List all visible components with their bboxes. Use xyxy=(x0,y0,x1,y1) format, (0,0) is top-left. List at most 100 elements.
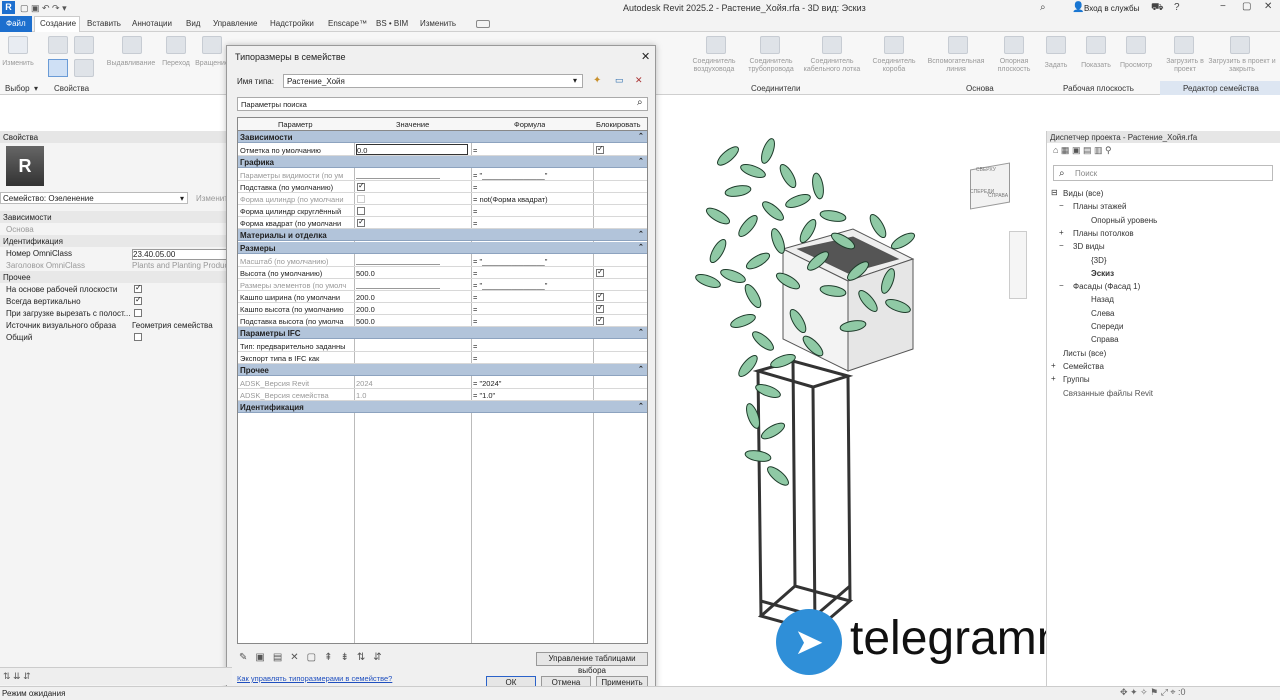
tree-item[interactable]: + Планы потолков xyxy=(1047,228,1277,241)
rename-type-icon[interactable]: ▭ xyxy=(615,75,624,86)
tab-label[interactable]: Аннотации xyxy=(132,19,172,28)
family-types-icon[interactable] xyxy=(48,36,68,54)
table-row[interactable]: Форма цилиндр (по умолчани = not(Форма кв… xyxy=(238,193,647,205)
tree-item[interactable]: Листы (все) xyxy=(1047,348,1277,361)
table-row[interactable]: Параметры видимости (по ум = "___________… xyxy=(238,169,647,181)
help-icon[interactable]: ? xyxy=(1174,2,1180,13)
tab-label[interactable]: Вид xyxy=(186,19,200,28)
lock-checkbox[interactable] xyxy=(596,267,604,277)
parameter-value[interactable]: 200.0 xyxy=(356,293,468,302)
properties-row[interactable]: Источник визуального образа Геометрия сем… xyxy=(0,319,231,331)
lock-checkbox[interactable] xyxy=(596,291,604,301)
property-checkbox[interactable] xyxy=(134,295,142,305)
table-section-header[interactable]: Прочее ⌃ xyxy=(238,364,647,376)
revit-logo-icon[interactable]: R xyxy=(2,1,15,14)
family-types-active-icon[interactable] xyxy=(48,59,68,77)
set-workplane-icon[interactable] xyxy=(1046,36,1066,54)
search-icon[interactable]: ⌕ xyxy=(637,97,643,108)
expand-icon[interactable]: − xyxy=(1059,241,1064,250)
table-row[interactable]: Тип: предварительно заданны = xyxy=(238,340,647,352)
duct-connector-icon[interactable] xyxy=(706,36,726,54)
family-category-icon[interactable] xyxy=(74,36,94,54)
table-row[interactable]: Форма квадрат (по умолчани = xyxy=(238,217,647,229)
nav-bar[interactable] xyxy=(1009,231,1027,299)
ribbon-label[interactable]: Загрузить в проект и закрыть xyxy=(1206,58,1278,74)
close-icon[interactable]: ✕ xyxy=(1264,1,1272,12)
table-row[interactable]: Размеры элементов (по умолч = "__________… xyxy=(238,279,647,291)
header-formula[interactable]: Формула xyxy=(514,120,545,129)
table-row[interactable]: Высота (по умолчанию) 500.0 = xyxy=(238,267,647,279)
properties-row[interactable]: Основа xyxy=(0,223,231,235)
table-row[interactable]: Подставка (по умолчанию) = xyxy=(238,181,647,193)
property-checkbox[interactable] xyxy=(134,309,142,317)
properties-row[interactable]: Заголовок OmniClass Plants and Planting P… xyxy=(0,259,231,271)
tree-item[interactable]: + Семейства xyxy=(1047,361,1277,374)
view-control-bar[interactable]: ⇅ ⇊ ⇵ xyxy=(0,667,232,685)
pipe-connector-icon[interactable] xyxy=(760,36,780,54)
parameter-formula[interactable]: = not(Форма квадрат) xyxy=(473,195,591,204)
parameter-formula[interactable]: = xyxy=(473,269,591,278)
tab-label[interactable]: Управление xyxy=(213,19,257,28)
parameter-formula[interactable]: = xyxy=(473,219,591,228)
modify-tool-icon[interactable] xyxy=(8,36,28,54)
value-checkbox[interactable] xyxy=(357,181,365,191)
reference-plane-icon[interactable] xyxy=(1004,36,1024,54)
cable-tray-connector-icon[interactable] xyxy=(822,36,842,54)
quick-access-toolbar[interactable]: ▢ ▣ ↶ ↷ ▾ xyxy=(20,3,67,14)
table-section-header[interactable]: Параметры IFC ⌃ xyxy=(238,327,647,339)
browser-toolbar[interactable]: ⌂ ▦ ▣ ▤ ▥ ⚲ xyxy=(1053,145,1112,156)
ribbon-label[interactable]: Соединитель кабельного лотка xyxy=(800,58,864,74)
blend-icon[interactable] xyxy=(166,36,186,54)
properties-row[interactable]: На основе рабочей плоскости xyxy=(0,283,231,295)
table-row[interactable]: Подставка высота (по умолча 500.0 = xyxy=(238,315,647,327)
tree-item[interactable]: −3D виды xyxy=(1047,241,1277,254)
value-field[interactable] xyxy=(356,178,440,179)
expand-icon[interactable]: + xyxy=(1051,361,1056,370)
expand-icon[interactable]: + xyxy=(1051,374,1056,383)
tree-item[interactable]: Опорный уровень xyxy=(1047,215,1277,228)
lock-checkbox[interactable] xyxy=(596,315,604,325)
property-checkbox[interactable] xyxy=(134,283,142,293)
collapse-icon[interactable]: ⌃ xyxy=(638,328,644,336)
properties-row[interactable]: Всегда вертикально xyxy=(0,295,231,307)
parameter-value[interactable]: 1.0 xyxy=(356,391,468,400)
tree-item[interactable]: ⊟ Виды (все) xyxy=(1047,188,1277,201)
properties-row[interactable]: Общий xyxy=(0,331,231,343)
search-icon[interactable]: ⌕ xyxy=(1040,2,1046,13)
parameter-value[interactable]: 2024 xyxy=(356,379,468,388)
ribbon-label[interactable]: Загрузить в проект xyxy=(1160,58,1210,74)
tree-item[interactable]: + Группы xyxy=(1047,374,1277,387)
tree-item[interactable]: Связанные файлы Revit xyxy=(1047,388,1277,401)
ribbon-label[interactable]: Соединитель воздуховода xyxy=(688,58,740,74)
3d-viewport[interactable]: СВЕРХУ СПЕРЕДИ СПРАВА ➤ telegrammy.net xyxy=(658,131,1177,686)
dropdown-icon[interactable]: ▾ xyxy=(34,84,38,93)
parameter-formula[interactable]: = xyxy=(473,305,591,314)
table-row[interactable]: Экспорт типа в IFC как = xyxy=(238,352,647,364)
collapse-icon[interactable]: ⌃ xyxy=(638,230,644,238)
ribbon-label[interactable]: Выдавливание xyxy=(104,60,158,68)
tree-item[interactable]: − Планы этажей xyxy=(1047,201,1277,214)
cart-icon[interactable]: ⛟ xyxy=(1151,2,1164,15)
header-lock[interactable]: Блокировать xyxy=(596,120,641,129)
value-checkbox[interactable] xyxy=(357,207,365,215)
tab-label[interactable]: Вставить xyxy=(87,19,121,28)
tree-item[interactable]: {3D} xyxy=(1047,255,1277,268)
tree-item[interactable]: Назад xyxy=(1047,294,1277,307)
tree-item[interactable]: Справа xyxy=(1047,334,1277,347)
properties-row[interactable]: Номер OmniClass 23.40.05.00 xyxy=(0,247,231,260)
table-toolbar[interactable]: ✎▣▤✕▢⇞⇟⇅⇵ xyxy=(239,652,390,663)
parameter-formula[interactable]: = "_______________" xyxy=(473,281,591,290)
lock-checkbox[interactable] xyxy=(596,144,604,154)
table-section-header[interactable]: Материалы и отделка ⌃ xyxy=(238,229,647,241)
header-parameter[interactable]: Параметр xyxy=(278,120,313,129)
tab-label[interactable]: BS • BIM xyxy=(376,19,408,28)
new-type-icon[interactable]: ✦ xyxy=(593,75,601,86)
maximize-icon[interactable]: ▢ xyxy=(1242,1,1251,12)
ribbon-label[interactable]: Вращение xyxy=(194,60,230,68)
parameter-formula[interactable]: = "2024" xyxy=(473,379,591,388)
browser-search-placeholder[interactable]: Поиск xyxy=(1075,169,1097,178)
ribbon-label[interactable]: Переход xyxy=(158,60,194,68)
value-checkbox[interactable] xyxy=(357,217,365,227)
table-section-header[interactable]: Графика ⌃ xyxy=(238,156,647,168)
parameter-formula[interactable]: = "_______________" xyxy=(473,257,591,266)
